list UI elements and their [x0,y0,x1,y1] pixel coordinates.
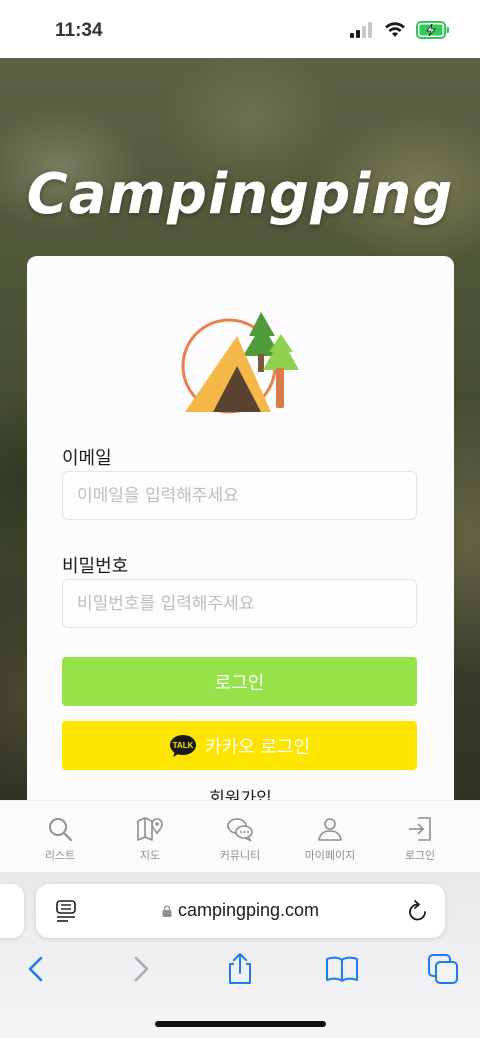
tab-mypage-label: 마이페이지 [304,849,356,862]
tabs-icon[interactable] [426,952,460,986]
url-display: campingping.com [36,900,445,921]
lock-icon [162,905,172,917]
forward-icon[interactable] [123,952,157,986]
reload-icon[interactable] [407,899,429,923]
battery-charging-icon [416,21,449,39]
tab-map-label: 지도 [139,849,161,862]
bottom-tab-bar: 리스트 지도 커뮤니티 마이페이지 로그인 [0,800,480,872]
tab-login-label: 로그인 [404,849,436,862]
status-time: 11:34 [55,20,103,41]
url-text: campingping.com [177,900,320,920]
app-title: Campingping [26,162,454,227]
tab-list[interactable]: 리스트 [20,801,100,872]
address-bar[interactable]: campingping.com [36,884,445,938]
login-card: 이메일 비밀번호 로그인 TALK 카카오 로그인 회원가입 [27,256,454,816]
browser-nav-row [0,952,480,992]
chat-bubbles-icon [227,818,253,842]
login-button-label: 로그인 [214,672,265,694]
cellular-signal-icon [350,22,372,38]
person-icon [318,818,342,841]
tab-list-label: 리스트 [44,849,76,862]
browser-toolbar: campingping.com [0,872,480,1038]
map-pin-icon [137,817,163,841]
kakao-talk-icon: TALK [169,734,196,757]
tab-community-label: 커뮤니티 [219,849,261,862]
kakao-login-button[interactable]: TALK 카카오 로그인 [62,721,417,770]
camping-logo-icon [181,312,299,414]
tab-login[interactable]: 로그인 [380,801,460,872]
share-icon[interactable] [223,952,257,986]
status-bar: 11:34 [0,0,480,58]
kakao-badge-text: TALK [173,741,194,750]
login-button[interactable]: 로그인 [62,657,417,706]
tab-mypage[interactable]: 마이페이지 [290,801,370,872]
kakao-login-label: 카카오 로그인 [204,736,311,758]
back-icon[interactable] [20,952,54,986]
tab-map[interactable]: 지도 [110,801,190,872]
home-indicator[interactable] [155,1021,326,1027]
login-icon [409,817,431,841]
email-label: 이메일 [62,448,112,469]
search-icon [49,818,73,842]
password-label: 비밀번호 [62,556,129,577]
previous-tab-card[interactable] [0,884,24,938]
wifi-icon [385,22,405,37]
email-field[interactable] [62,471,417,520]
password-field[interactable] [62,579,417,628]
tab-community[interactable]: 커뮤니티 [200,801,280,872]
status-icons [350,21,450,39]
bookmarks-icon[interactable] [325,952,359,986]
